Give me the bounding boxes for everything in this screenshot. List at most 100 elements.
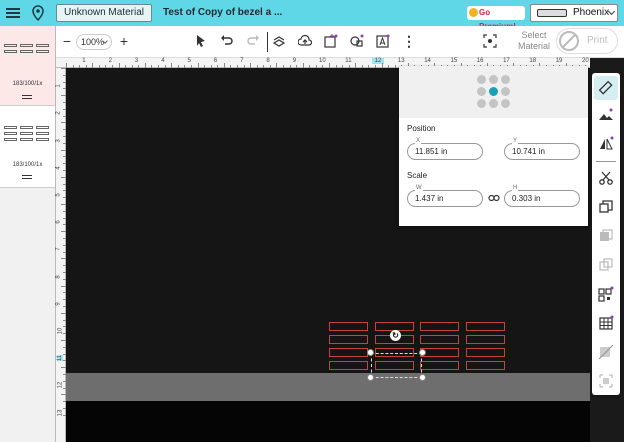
cut-shape[interactable]	[329, 348, 368, 357]
ungroup-tool-button[interactable]	[598, 257, 614, 273]
thumb-shape	[20, 44, 33, 47]
lock-aspect-link-icon[interactable]	[488, 194, 500, 202]
table-tool-button[interactable]	[598, 315, 614, 331]
add-image-icon[interactable]	[324, 34, 338, 48]
location-pin-icon[interactable]	[31, 5, 45, 21]
resize-handle[interactable]	[367, 349, 374, 356]
anchor-dot[interactable]	[477, 99, 486, 108]
group-icon	[600, 229, 613, 241]
landscape-tool-button[interactable]	[598, 107, 614, 123]
ungroup-icon	[599, 258, 613, 271]
anchor-dot[interactable]	[501, 99, 510, 108]
cloud-upload-icon[interactable]	[298, 34, 312, 48]
w-value: 1.437 in	[415, 194, 444, 203]
flip-tool-button[interactable]	[598, 136, 614, 152]
cut-shape[interactable]	[420, 335, 459, 344]
machine-select[interactable]: Phoenix	[530, 4, 618, 22]
cut-shape[interactable]	[466, 361, 505, 370]
shapes-icon[interactable]	[350, 34, 364, 48]
anchor-dot[interactable]	[501, 87, 510, 96]
duplicate-tool-button[interactable]	[598, 199, 614, 215]
material-button[interactable]: Unknown Material	[56, 4, 152, 22]
anchor-dot[interactable]	[501, 75, 510, 84]
ruler-tick-label: 10	[319, 58, 326, 64]
ruler-tick-label: 4	[161, 58, 165, 64]
more-options-icon[interactable]: ⋮	[402, 34, 416, 48]
flip-icon	[600, 136, 614, 150]
zoom-in-button[interactable]: +	[117, 34, 131, 48]
anchor-dot[interactable]	[489, 75, 498, 84]
cut-shape[interactable]	[420, 361, 459, 370]
cut-shape[interactable]	[329, 335, 368, 344]
project-title[interactable]: Test of Copy of bezel a ...	[163, 7, 282, 18]
drag-handle-icon[interactable]	[22, 95, 32, 99]
fit-to-screen-icon[interactable]	[483, 34, 497, 48]
go-premium-button[interactable]: Go Premium!	[467, 6, 525, 31]
page-thumbnail-2[interactable]: 183/100/1x	[0, 106, 55, 188]
w-label: W	[415, 185, 423, 191]
cut-shape[interactable]	[466, 335, 505, 344]
resize-handle[interactable]	[419, 374, 426, 381]
print-button[interactable]: Print	[556, 28, 618, 54]
scale-w-field[interactable]: W 1.437 in	[407, 185, 483, 207]
resize-handle[interactable]	[367, 374, 374, 381]
cut-shape[interactable]	[466, 348, 505, 357]
zoom-select[interactable]: 100%	[76, 34, 112, 50]
rotate-handle-icon[interactable]: ↻	[390, 330, 401, 341]
cursor-icon[interactable]	[194, 34, 208, 48]
ruler-tick-label: 7	[55, 247, 62, 252]
ruler-tool-button[interactable]	[594, 76, 618, 100]
ruler-tick-label: 5	[55, 193, 62, 197]
scale-label: Scale	[407, 171, 428, 180]
scissors-icon	[599, 171, 613, 185]
redo-icon[interactable]	[246, 34, 260, 48]
selection-box[interactable]	[371, 353, 422, 378]
cut-shape[interactable]	[466, 322, 505, 331]
thumb-shape	[20, 132, 33, 135]
print-label: Print	[587, 35, 608, 46]
drag-handle-icon[interactable]	[22, 175, 32, 179]
position-label: Position	[407, 124, 436, 133]
undo-icon[interactable]	[220, 34, 234, 48]
anchor-dot[interactable]	[489, 99, 498, 108]
anchor-header	[399, 66, 588, 118]
ruler-tick-label: 8	[266, 58, 270, 64]
position-x-field[interactable]: X 11.851 in	[407, 138, 483, 160]
position-y-field[interactable]: Y 10.741 in	[504, 138, 580, 160]
page-thumbnail-1[interactable]: 183/100/1x	[0, 26, 55, 106]
cut-tool-button[interactable]	[598, 170, 614, 186]
toolbar-divider	[267, 32, 268, 52]
cut-shape[interactable]	[420, 322, 459, 331]
align-icon	[599, 374, 613, 388]
zoom-value: 100%	[81, 37, 105, 47]
qr-code-tool-button[interactable]	[598, 286, 614, 302]
ruler-tick-label: 5	[187, 58, 191, 64]
select-material-button[interactable]: Select Material	[515, 30, 553, 52]
material-layer-icon[interactable]	[272, 34, 286, 48]
cut-shape[interactable]	[329, 361, 368, 370]
thumb-shape	[36, 44, 49, 47]
anchor-dot[interactable]	[477, 87, 486, 96]
top-bar: Unknown Material Test of Copy of bezel a…	[0, 0, 624, 31]
scale-h-field[interactable]: H 0.303 in	[504, 185, 580, 207]
zoom-out-button[interactable]: −	[60, 34, 74, 48]
anchor-dot[interactable]	[477, 75, 486, 84]
page-caption: 183/100/1x	[12, 162, 43, 168]
anchor-point-grid[interactable]	[477, 75, 511, 109]
page-caption: 183/100/1x	[12, 81, 43, 87]
text-tool-icon[interactable]	[376, 34, 390, 48]
cut-shape[interactable]	[329, 322, 368, 331]
ruler-tick-label: 4	[55, 166, 62, 170]
resize-handle[interactable]	[419, 349, 426, 356]
anchor-dot[interactable]	[489, 87, 498, 96]
align-tool-button[interactable]	[598, 373, 614, 389]
premium-badge-icon	[469, 8, 478, 17]
thumb-shape	[4, 126, 17, 129]
slice-tool-button[interactable]	[598, 344, 614, 360]
ruler-tick-label: 19	[555, 58, 563, 64]
duplicate-icon	[599, 200, 613, 213]
ruler-icon	[598, 80, 613, 95]
pages-panel: 183/100/1x 183/100/1x	[0, 26, 56, 442]
hamburger-menu-icon[interactable]	[6, 6, 20, 20]
group-tool-button[interactable]	[598, 228, 614, 244]
